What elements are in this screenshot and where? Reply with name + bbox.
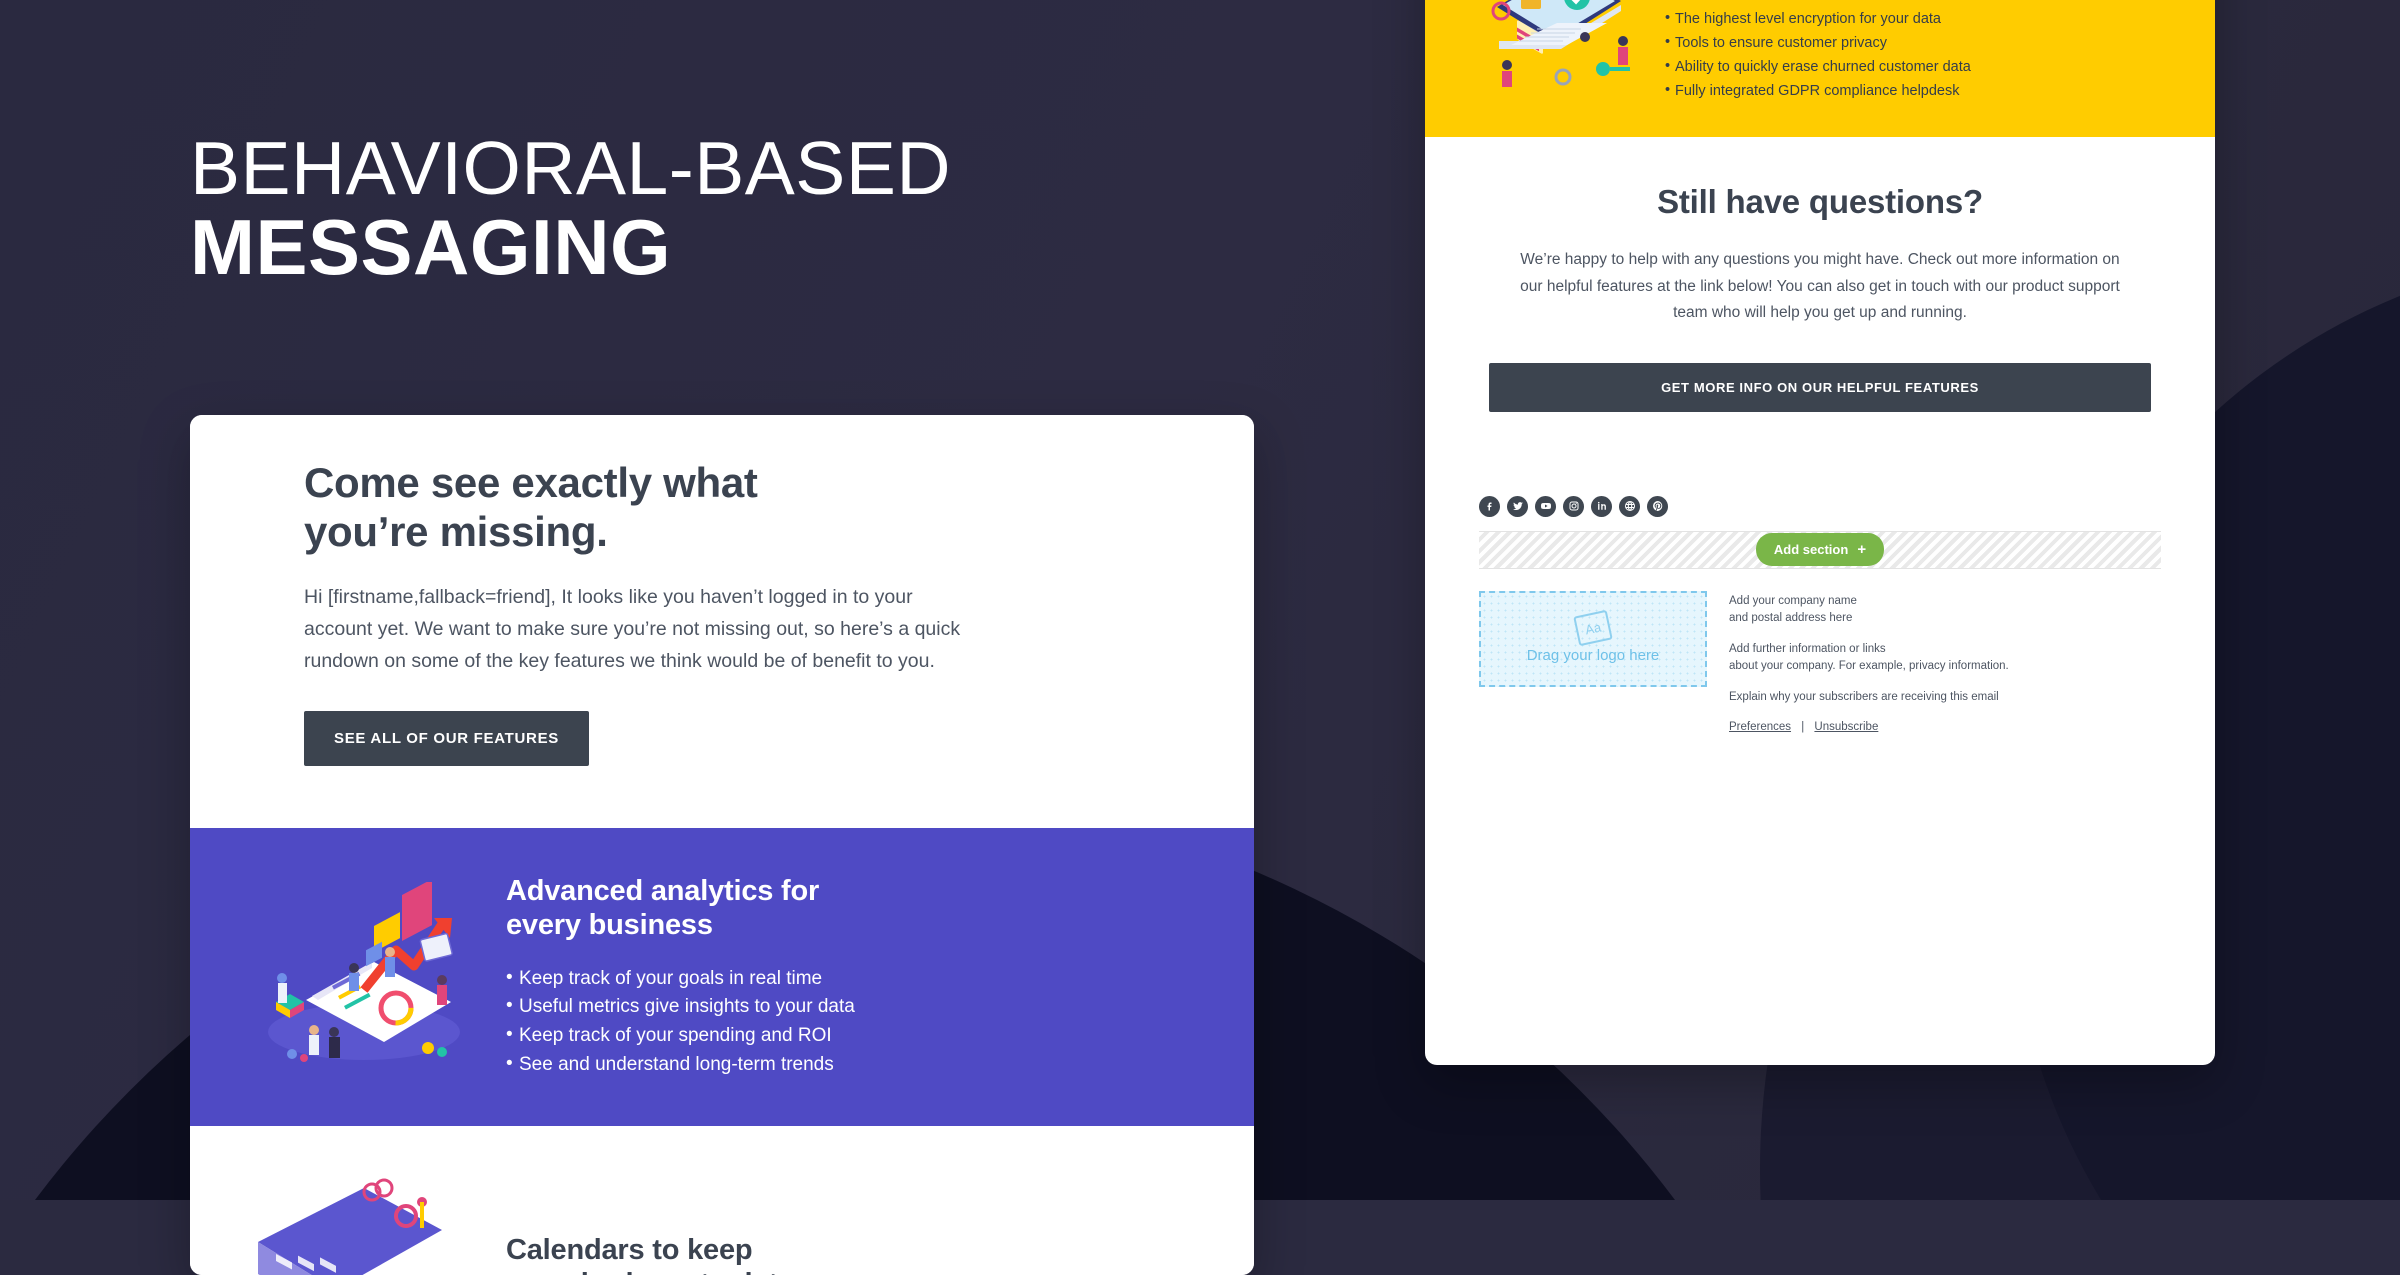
email-footer: Add section + Aa Drag your logo here Add… — [1425, 451, 2215, 774]
list-item: Fully integrated GDPR compliance helpdes… — [1665, 78, 2163, 103]
image-placeholder-icon: Aa — [1573, 610, 1613, 647]
plus-icon: + — [1857, 541, 1867, 559]
preferences-link[interactable]: Preferences — [1729, 721, 1791, 733]
footer-content: Aa Drag your logo here Add your company … — [1479, 577, 2161, 733]
company-name-line: Add your company name — [1729, 594, 1857, 607]
explain-line: Explain why your subscribers are receivi… — [1729, 690, 1999, 703]
questions-body-text: We’re happy to help with any questions y… — [1520, 251, 2120, 322]
calendars-heading-left-line2: everybody up to date — [506, 1268, 794, 1275]
instagram-icon[interactable] — [1563, 495, 1584, 517]
list-item: Keep track of your goals in real time — [506, 964, 1194, 994]
intro-section: Come see exactly what you’re missing. Hi… — [190, 415, 1254, 829]
analytics-heading: Advanced analytics for every business — [506, 874, 1194, 942]
add-section-button[interactable]: Add section + — [1755, 533, 1885, 567]
list-item: Ability to quickly erase churned custome… — [1665, 54, 2163, 79]
analytics-bullet-list: Keep track of your goals in real time Us… — [506, 964, 1194, 1081]
list-item: See and understand long-term trends — [506, 1050, 1194, 1080]
hero-title: BEHAVIORAL-BASED MESSAGING — [190, 126, 952, 292]
linkedin-icon[interactable] — [1591, 495, 1612, 517]
hero-title-line1: BEHAVIORAL-BASED — [190, 126, 952, 210]
questions-heading: Still have questions? — [1657, 183, 1983, 220]
pinterest-icon[interactable] — [1647, 495, 1668, 517]
hero-title-line2: MESSAGING — [190, 203, 672, 292]
privacy-section: Privacy as a default, not as the excepti… — [1425, 0, 2215, 137]
intro-heading-line1: Come see exactly what — [304, 459, 758, 506]
footer-text-block: Add your company name and postal address… — [1729, 591, 2161, 733]
analytics-heading-line1: Advanced analytics for — [506, 875, 820, 908]
add-section-label: Add section — [1773, 542, 1849, 558]
intro-body-text: Hi [firstname,fallback=friend], It looks… — [304, 586, 961, 672]
add-section-bar: Add section + — [1479, 530, 2161, 569]
analytics-illustration — [246, 882, 476, 1072]
calendars-section-left: Calendars to keep everybody up to date — [190, 1126, 1254, 1275]
website-icon[interactable] — [1619, 495, 1640, 517]
calendar-illustration — [246, 1172, 476, 1275]
logo-dropzone-label: Drag your logo here — [1526, 647, 1660, 665]
social-links-row — [1479, 495, 2161, 517]
unsubscribe-link[interactable]: Unsubscribe — [1814, 721, 1878, 733]
analytics-section: Advanced analytics for every business Ke… — [190, 828, 1254, 1127]
links-separator: | — [1801, 721, 1805, 734]
email-preview-card-left[interactable]: Come see exactly what you’re missing. Hi… — [190, 415, 1254, 1275]
questions-section: Still have questions? We’re happy to hel… — [1425, 137, 2215, 452]
further-info-line1: Add further information or links — [1729, 642, 1886, 655]
company-address-line: and postal address here — [1729, 612, 1853, 625]
intro-heading-line2: you’re missing. — [304, 507, 608, 555]
intro-heading: Come see exactly what you’re missing. — [304, 459, 1150, 556]
analytics-text: Advanced analytics for every business Ke… — [506, 874, 1194, 1080]
privacy-text: Privacy as a default, not as the excepti… — [1665, 0, 2163, 103]
further-info-line2: about your company. For example, privacy… — [1729, 660, 2009, 673]
youtube-icon[interactable] — [1535, 495, 1556, 517]
facebook-icon[interactable] — [1479, 495, 1500, 517]
list-item: Tools to ensure customer privacy — [1665, 30, 2163, 55]
see-all-features-button[interactable]: SEE ALL OF OUR FEATURES — [304, 711, 590, 767]
logo-dropzone[interactable]: Aa Drag your logo here — [1479, 590, 1707, 687]
calendars-text-left: Calendars to keep everybody up to date — [506, 1233, 1194, 1275]
twitter-icon[interactable] — [1507, 495, 1528, 517]
list-item: Keep track of your spending and ROI — [506, 1021, 1194, 1051]
footer-links: Preferences | Unsubscribe — [1729, 721, 2161, 733]
list-item: Useful metrics give insights to your dat… — [506, 992, 1194, 1022]
email-preview-card-right[interactable]: Calendars to keep everybody up to date S… — [1425, 0, 2215, 1065]
privacy-illustration — [1471, 0, 1643, 95]
analytics-heading-line2: every business — [506, 909, 713, 942]
list-item: The highest level encryption for your da… — [1665, 6, 2163, 31]
get-more-info-button[interactable]: GET MORE INFO ON OUR HELPFUL FEATURES — [1489, 362, 2151, 412]
calendars-heading-left-line1: Calendars to keep — [506, 1233, 753, 1266]
privacy-bullet-list: The highest level encryption for your da… — [1665, 6, 2163, 103]
calendars-heading-left: Calendars to keep everybody up to date — [506, 1233, 1194, 1275]
